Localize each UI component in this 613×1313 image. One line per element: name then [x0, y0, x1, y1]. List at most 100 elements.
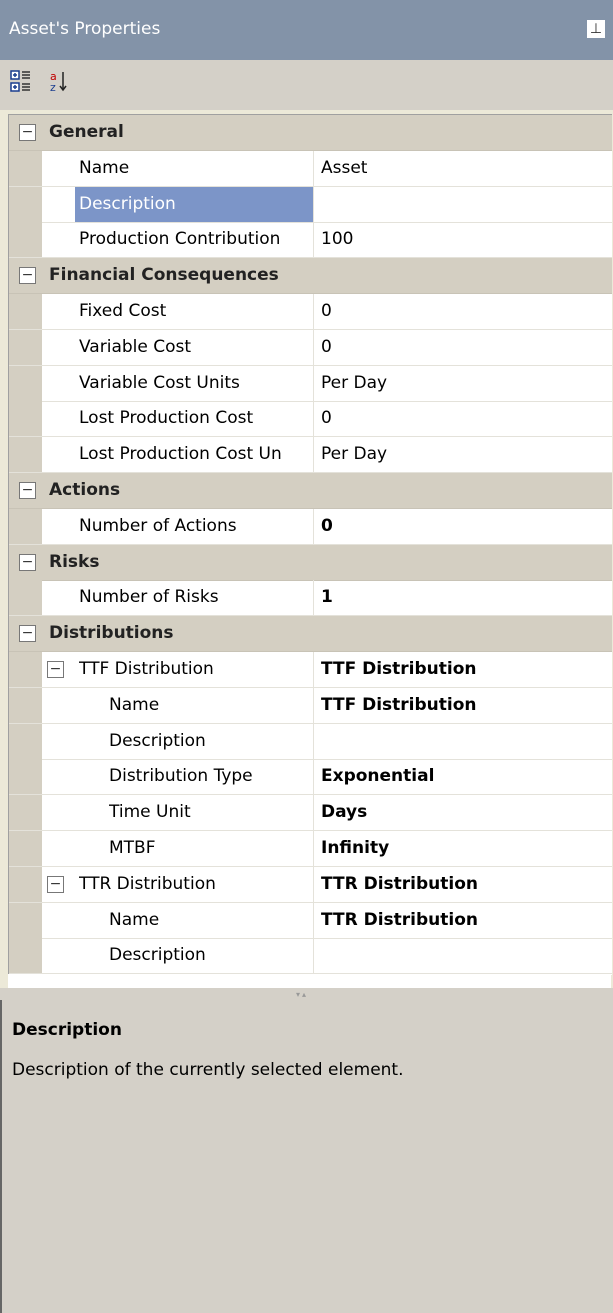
property-name: TTF Distribution [79, 659, 214, 679]
category-row-actions[interactable]: − Actions [9, 473, 612, 509]
property-value[interactable]: TTF Distribution [321, 695, 477, 715]
property-name: Production Contribution [79, 229, 281, 250]
description-pane: Description Description of the currently… [0, 1000, 613, 1313]
row-margin [9, 150, 42, 186]
property-name: Time Unit [109, 802, 191, 823]
property-row[interactable]: − TTR Distribution TTR Distribution [9, 866, 612, 903]
row-margin [9, 580, 42, 616]
category-label: Financial Consequences [49, 265, 279, 286]
property-row[interactable]: MTBF Infinity [9, 831, 612, 867]
property-row[interactable]: Lost Production Cost Un Per Day [9, 437, 612, 474]
property-name: Fixed Cost [79, 301, 167, 321]
property-name: Lost Production Cost [79, 408, 254, 429]
row-margin [9, 329, 42, 365]
property-name: Variable Cost Units [79, 372, 240, 393]
property-value[interactable]: TTR Distribution [321, 910, 478, 930]
property-name: Description [75, 186, 313, 222]
row-margin [9, 186, 42, 222]
property-row[interactable]: Name Asset [9, 150, 612, 187]
property-row[interactable]: Number of Risks 1 [9, 580, 612, 617]
property-row[interactable]: Name TTR Distribution [9, 902, 612, 939]
property-name: Number of Actions [79, 515, 237, 536]
property-value[interactable]: 0 [321, 337, 332, 357]
property-value[interactable]: 0 [321, 516, 333, 536]
column-divider [313, 150, 314, 186]
property-row[interactable]: Description [9, 723, 612, 760]
panel-title: Asset's Properties [9, 19, 161, 39]
collapse-icon[interactable]: − [47, 875, 64, 893]
property-row[interactable]: Name TTF Distribution [9, 687, 612, 724]
row-margin [9, 723, 42, 759]
property-row[interactable]: Number of Actions 0 [9, 508, 612, 545]
column-divider [313, 902, 314, 938]
column-divider [313, 795, 314, 831]
property-row[interactable]: − TTF Distribution TTF Distribution [9, 652, 612, 688]
property-value[interactable]: 100 [321, 229, 353, 249]
property-value[interactable]: TTF Distribution [321, 659, 477, 679]
property-name: Description [109, 730, 206, 751]
column-divider [313, 329, 314, 365]
property-name: Distribution Type [109, 766, 253, 787]
property-value[interactable]: Exponential [321, 766, 434, 786]
row-margin [9, 759, 42, 795]
column-divider [313, 580, 314, 616]
collapse-icon[interactable]: − [19, 625, 36, 643]
splitter[interactable]: ▾▴ [0, 988, 613, 1000]
category-row-risks[interactable]: − Risks [9, 544, 612, 581]
property-row[interactable]: Description [9, 186, 612, 223]
property-row[interactable]: Lost Production Cost 0 [9, 401, 612, 438]
property-row[interactable]: Description [9, 938, 612, 975]
property-row[interactable]: Production Contribution 100 [9, 222, 612, 259]
property-row[interactable]: Fixed Cost 0 [9, 294, 612, 330]
column-divider [313, 186, 314, 222]
column-divider [313, 759, 314, 795]
collapse-icon[interactable]: − [19, 267, 36, 285]
property-name: Number of Risks [79, 587, 219, 608]
property-value[interactable]: Asset [321, 158, 367, 178]
property-name: TTR Distribution [79, 873, 216, 894]
property-name: Lost Production Cost Un [79, 444, 282, 465]
row-margin [9, 401, 42, 437]
collapse-icon[interactable]: − [19, 553, 36, 571]
category-row-distributions[interactable]: − Distributions [9, 616, 612, 653]
property-value[interactable]: 0 [321, 408, 332, 428]
property-value[interactable]: 0 [321, 301, 332, 321]
property-row[interactable]: Variable Cost Units Per Day [9, 365, 612, 402]
categorized-view-icon[interactable] [10, 69, 36, 95]
property-name: Name [79, 157, 130, 178]
property-row[interactable]: Variable Cost 0 [9, 329, 612, 366]
property-row[interactable]: Time Unit Days [9, 795, 612, 832]
properties-panel: Asset's Properties ⊥ a z − General Name … [0, 0, 613, 1313]
column-divider [313, 294, 314, 329]
category-row-general[interactable]: − General [9, 115, 612, 151]
property-value[interactable]: Per Day [321, 373, 387, 393]
panel-title-bar: Asset's Properties ⊥ [0, 0, 613, 60]
column-divider [313, 437, 314, 473]
svg-text:z: z [50, 81, 56, 94]
row-margin [9, 652, 42, 687]
property-value[interactable]: Days [321, 802, 367, 822]
column-divider [313, 866, 314, 902]
property-value[interactable]: Infinity [321, 838, 389, 858]
collapse-icon[interactable]: − [47, 661, 64, 678]
row-margin [9, 902, 42, 938]
collapse-icon[interactable]: − [19, 124, 36, 141]
grid-empty-area [8, 974, 611, 988]
column-divider [313, 938, 314, 974]
toolbar: a z [0, 60, 613, 110]
property-value[interactable]: 1 [321, 587, 333, 607]
property-name: Name [109, 909, 160, 930]
property-name: MTBF [109, 838, 156, 858]
pin-icon[interactable]: ⊥ [587, 20, 605, 38]
category-label: Distributions [49, 623, 174, 644]
collapse-icon[interactable]: − [19, 482, 36, 499]
property-value[interactable]: TTR Distribution [321, 874, 478, 894]
sort-az-icon[interactable]: a z [48, 69, 74, 95]
property-value[interactable]: Per Day [321, 444, 387, 464]
row-margin [9, 938, 42, 974]
category-row-financial-consequences[interactable]: − Financial Consequences [9, 258, 612, 295]
property-name: Description [109, 945, 206, 966]
property-row[interactable]: Distribution Type Exponential [9, 759, 612, 796]
column-divider [313, 365, 314, 401]
column-divider [313, 508, 314, 544]
